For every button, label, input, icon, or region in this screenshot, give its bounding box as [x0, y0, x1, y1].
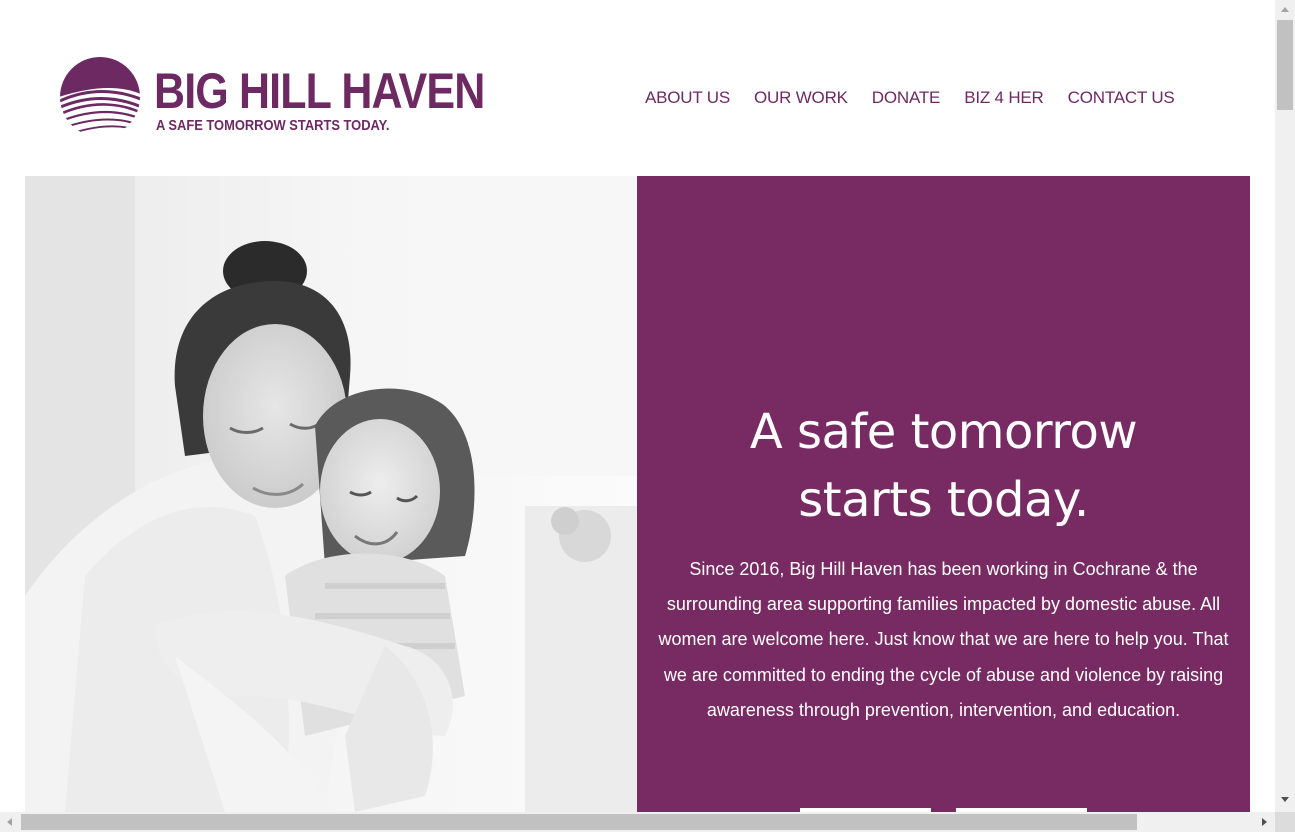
- scroll-up-arrow-icon[interactable]: [1281, 7, 1289, 12]
- page-viewport: BIG HILL HAVEN A SAFE TOMORROW STARTS TO…: [0, 0, 1275, 812]
- main-nav: ABOUT US OUR WORK DONATE BIZ 4 HER CONTA…: [645, 87, 1175, 109]
- hero-panel: A safe tomorrow starts today. Since 2016…: [637, 176, 1250, 812]
- horizontal-scrollbar[interactable]: [0, 812, 1275, 832]
- site-logo[interactable]: BIG HILL HAVEN A SAFE TOMORROW STARTS TO…: [50, 56, 485, 138]
- nav-item-donate[interactable]: DONATE: [872, 87, 941, 109]
- hero-description: Since 2016, Big Hill Haven has been work…: [658, 559, 1229, 720]
- hero-title-line-2: starts today.: [798, 472, 1089, 529]
- hero-title: A safe tomorrow starts today.: [637, 398, 1250, 534]
- hill-logo-icon: [60, 57, 140, 137]
- nav-item-our-work[interactable]: OUR WORK: [754, 87, 848, 109]
- scroll-right-arrow-icon[interactable]: [1262, 818, 1267, 826]
- hero-title-line-1: A safe tomorrow: [749, 404, 1138, 461]
- scroll-left-arrow-icon[interactable]: [7, 818, 12, 826]
- brand-tagline: A SAFE TOMORROW STARTS TODAY.: [156, 117, 390, 134]
- brand-name: BIG HILL HAVEN: [154, 63, 485, 119]
- vertical-scrollbar[interactable]: [1275, 0, 1295, 812]
- nav-item-contact-us[interactable]: CONTACT US: [1068, 87, 1175, 109]
- scroll-down-arrow-icon[interactable]: [1281, 797, 1289, 802]
- scrollbar-corner: [1275, 812, 1295, 832]
- hero-photo: [25, 176, 637, 812]
- vertical-scroll-thumb[interactable]: [1277, 20, 1293, 110]
- nav-item-biz-4-her[interactable]: BIZ 4 HER: [964, 87, 1044, 109]
- horizontal-scroll-thumb[interactable]: [21, 814, 1137, 830]
- mother-child-photo-icon: [25, 176, 637, 812]
- nav-item-about-us[interactable]: ABOUT US: [645, 87, 730, 109]
